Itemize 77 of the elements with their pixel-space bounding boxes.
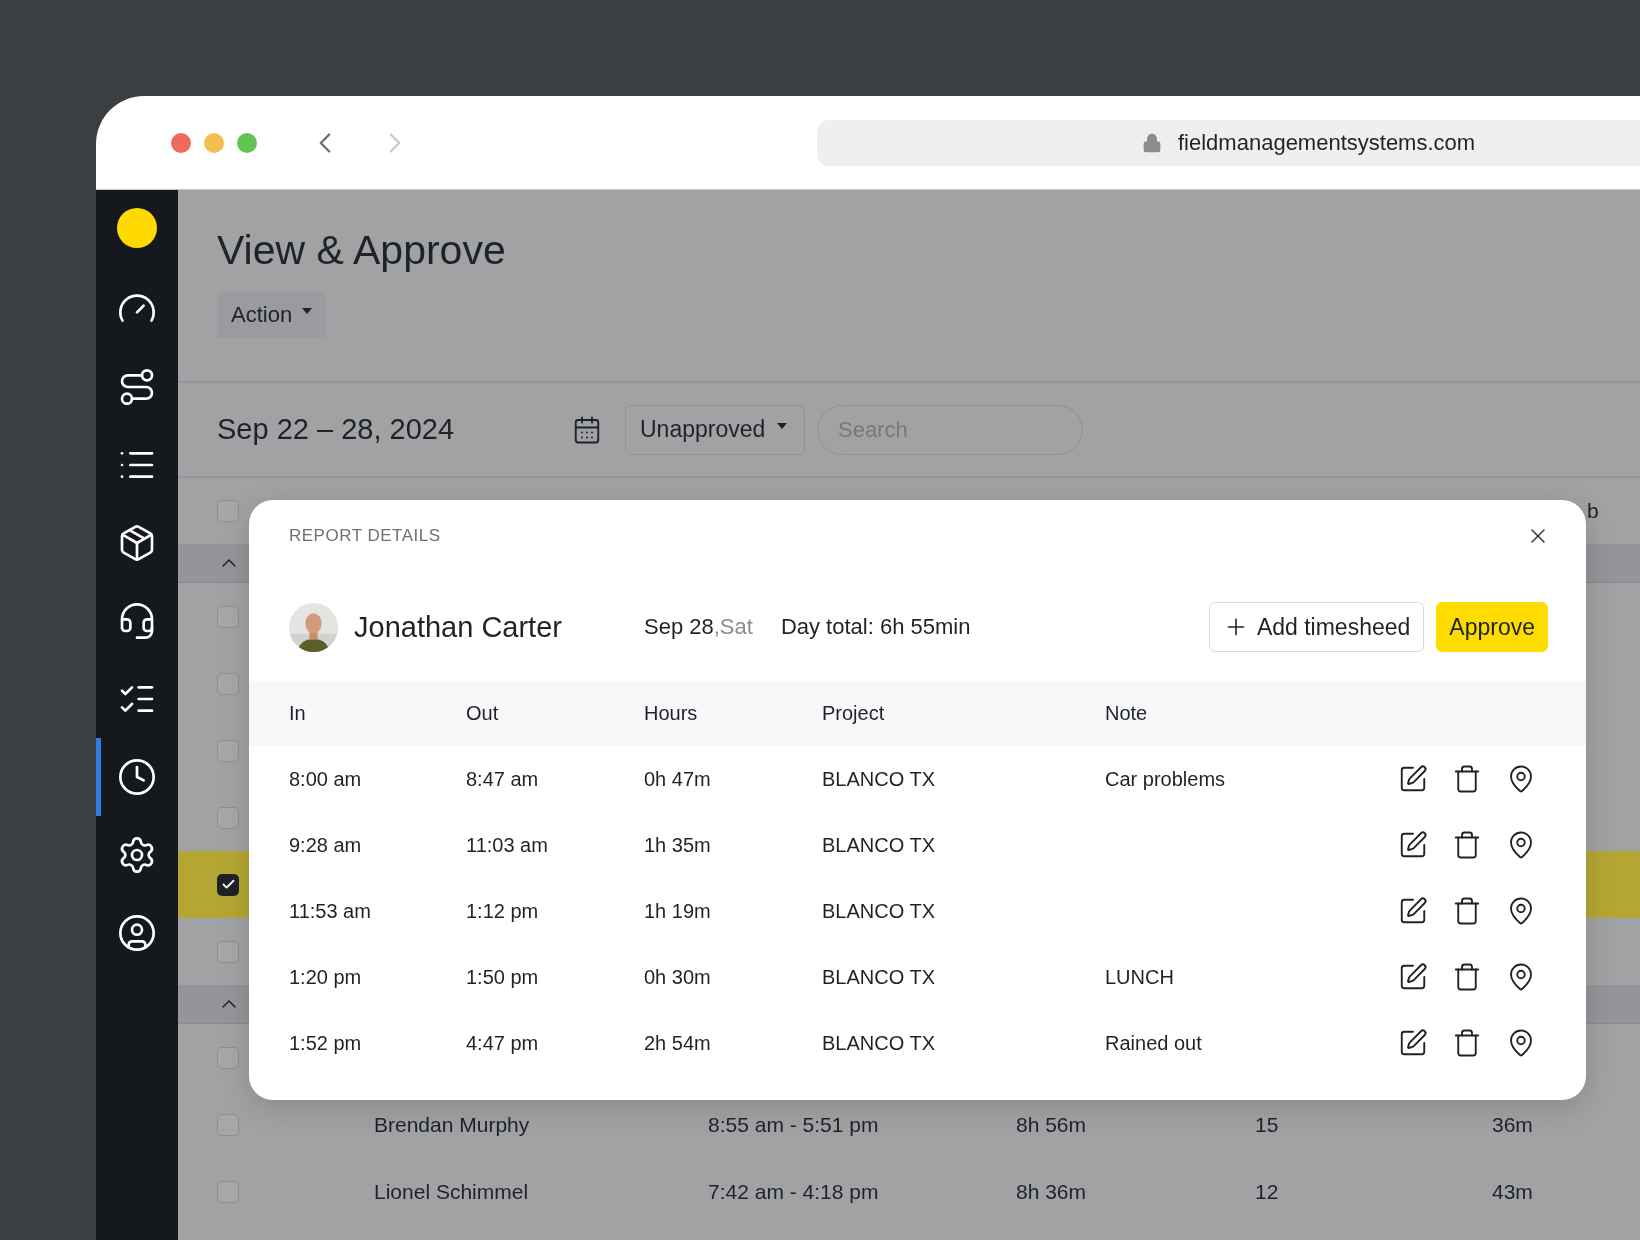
note-cell-text: Car problems — [1105, 767, 1227, 791]
edit-icon[interactable] — [1398, 830, 1428, 860]
hours-cell-text: 2h 54m — [644, 1031, 712, 1055]
time-in-cell-text: 1:20 pm — [289, 965, 363, 989]
action-dropdown[interactable]: Action — [217, 292, 327, 338]
address-bar[interactable]: fieldmanagementsystems.com — [817, 119, 1640, 166]
note-cell-text: LUNCH — [1105, 965, 1175, 989]
note-cell-text: Rained out — [1105, 1031, 1203, 1055]
project-cell-text: BLANCO TX — [822, 767, 936, 791]
report-date: Sep 28 — [644, 614, 714, 640]
trash-icon[interactable] — [1452, 830, 1482, 860]
checkbox[interactable] — [217, 873, 239, 896]
column-header: Note — [1105, 702, 1149, 725]
hours-cell-text: 8h 36m — [1016, 1179, 1088, 1204]
project-cell-text: BLANCO TX — [822, 965, 936, 989]
day-total: Day total: 6h 55min — [780, 614, 971, 640]
add-timesheet-button[interactable]: Add timesheed — [1208, 602, 1425, 652]
employee-name: Brendan Murphy — [374, 1112, 531, 1137]
hours-cell-text: 8h 56m — [1016, 1112, 1088, 1137]
project-cell-text: BLANCO TX — [822, 833, 936, 857]
time-range-cell-text: 8:55 am - 5:51 pm — [708, 1112, 880, 1137]
edit-icon[interactable] — [1398, 896, 1428, 926]
checkbox[interactable] — [217, 500, 239, 522]
trash-icon[interactable] — [1452, 764, 1482, 794]
dialog-title: REPORT DETAILS — [289, 526, 441, 546]
time-in-cell-text: 1:52 pm — [289, 1031, 363, 1055]
approve-button[interactable]: Approve — [1436, 602, 1548, 652]
lock-icon — [1142, 132, 1162, 153]
employee-name: Lionel Schimmel — [374, 1179, 530, 1204]
column-header: In — [289, 702, 307, 725]
edit-icon[interactable] — [1398, 764, 1428, 794]
time-range-cell-text: 7:42 am - 4:18 pm — [708, 1179, 880, 1204]
time-out-cell-text: 11:03 am — [466, 833, 549, 857]
weekday-label: ,Sat — [713, 614, 753, 640]
time-out-cell-text: 8:47 am — [466, 767, 540, 791]
status-dropdown[interactable]: Unapproved — [625, 404, 805, 455]
table-cell-text: 43m — [1492, 1179, 1534, 1204]
column-header: b — [1586, 499, 1600, 523]
table-cell-text: 36m — [1492, 1112, 1534, 1137]
hours-cell-text: 0h 30m — [644, 965, 712, 989]
edit-icon[interactable] — [1398, 962, 1428, 992]
time-out-cell-text: 1:12 pm — [466, 899, 540, 923]
checkbox[interactable] — [217, 672, 239, 695]
checkbox[interactable] — [217, 1046, 239, 1069]
column-header: Hours — [644, 702, 699, 725]
project-cell-text: BLANCO TX — [822, 1031, 936, 1055]
project-cell-text: BLANCO TX — [822, 899, 936, 923]
time-out-cell-text: 4:47 pm — [466, 1031, 540, 1055]
checkbox[interactable] — [217, 940, 239, 963]
logo-icon — [117, 208, 157, 248]
checkbox[interactable] — [217, 605, 239, 628]
url-text: fieldmanagementsystems.com — [1178, 129, 1476, 156]
time-in-cell-text: 8:00 am — [289, 767, 363, 791]
employee-name: Jonathan Carter — [354, 610, 563, 644]
trash-icon[interactable] — [1452, 896, 1482, 926]
edit-icon[interactable] — [1398, 1028, 1428, 1058]
date-range: Sep 22 – 28, 2024 — [217, 413, 456, 446]
check-icon — [220, 877, 236, 892]
checkbox[interactable] — [217, 1180, 239, 1203]
close-window-button[interactable] — [171, 132, 191, 153]
time-out-cell-text: 1:50 pm — [466, 965, 540, 989]
checkbox[interactable] — [217, 739, 239, 762]
time-in-cell-text: 11:53 am — [289, 899, 372, 923]
hours-cell-text: 1h 35m — [644, 833, 712, 857]
trash-icon[interactable] — [1452, 962, 1482, 992]
table-cell-text: 15 — [1255, 1112, 1280, 1137]
page-title: View & Approve — [217, 226, 507, 274]
hours-cell-text: 1h 19m — [644, 899, 712, 923]
column-header: Out — [466, 702, 500, 725]
column-header: Project — [822, 702, 886, 725]
calendar-icon[interactable] — [572, 414, 602, 445]
trash-icon[interactable] — [1452, 1028, 1482, 1058]
table-cell-text: 12 — [1255, 1179, 1280, 1204]
checkbox[interactable] — [217, 1113, 239, 1136]
hours-cell-text: 0h 47m — [644, 767, 712, 791]
time-in-cell-text: 9:28 am — [289, 833, 363, 857]
checkbox[interactable] — [217, 806, 239, 829]
